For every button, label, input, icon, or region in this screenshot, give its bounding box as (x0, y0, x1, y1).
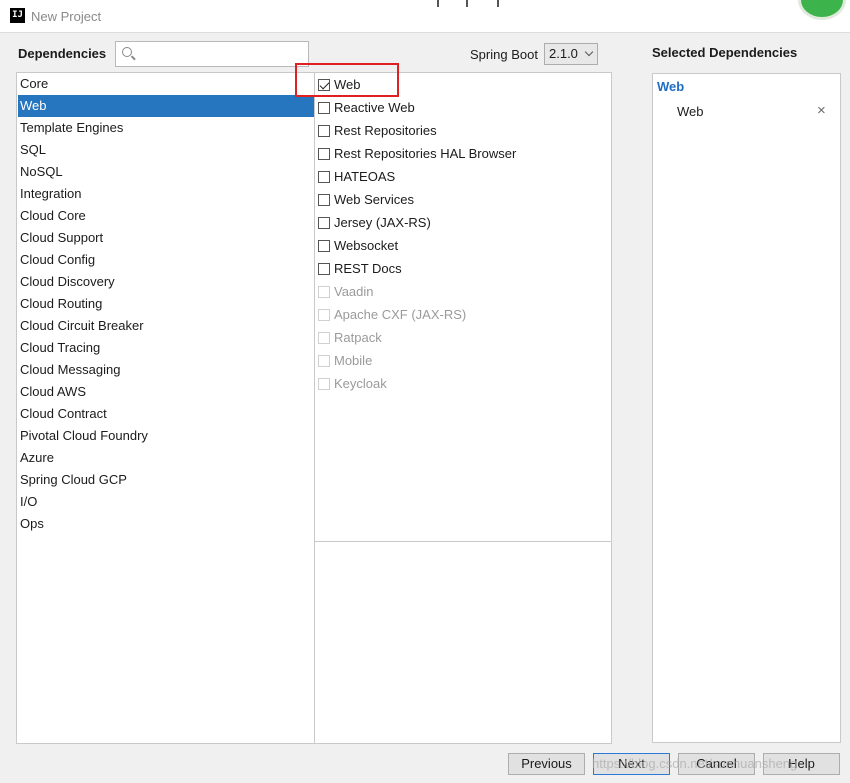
dependency-item: Keycloak (317, 373, 607, 395)
title-bar: IJ New Project (0, 0, 850, 33)
search-input[interactable] (115, 41, 309, 67)
category-item[interactable]: Spring Cloud GCP (18, 469, 314, 491)
checkbox (318, 355, 330, 367)
checkbox[interactable] (318, 263, 330, 275)
close-icon[interactable]: × (817, 102, 826, 119)
titlebar-artifact (466, 0, 468, 7)
dependency-item: Apache CXF (JAX-RS) (317, 304, 607, 326)
checkbox[interactable] (318, 102, 330, 114)
titlebar-artifact (437, 0, 439, 7)
annotation-highlight-box (295, 63, 399, 97)
dependency-label: Websocket (334, 238, 399, 253)
dependency-label: Rest Repositories (334, 123, 437, 138)
help-button[interactable]: Help (763, 753, 840, 775)
category-item[interactable]: Cloud Support (18, 227, 314, 249)
selected-group-title: Web (657, 79, 685, 94)
dependency-item[interactable]: Web Services (317, 189, 607, 211)
spring-boot-label: Spring Boot (470, 47, 538, 62)
dependency-description-panel (314, 541, 612, 744)
category-list: Core Web Template Engines SQL NoSQL Integrati… (16, 72, 315, 744)
category-item[interactable]: NoSQL (18, 161, 314, 183)
search-icon (122, 47, 132, 57)
category-item[interactable]: Cloud AWS (18, 381, 314, 403)
dependency-item[interactable]: Rest Repositories HAL Browser (317, 143, 607, 165)
category-item[interactable]: Cloud Core (18, 205, 314, 227)
category-item[interactable]: Azure (18, 447, 314, 469)
previous-button[interactable]: Previous (508, 753, 585, 775)
checkbox[interactable] (318, 194, 330, 206)
category-item[interactable]: Cloud Config (18, 249, 314, 271)
category-item[interactable]: Cloud Circuit Breaker (18, 315, 314, 337)
category-item[interactable]: Cloud Discovery (18, 271, 314, 293)
category-item[interactable]: Cloud Tracing (18, 337, 314, 359)
window-title: New Project (31, 9, 102, 24)
dependencies-label: Dependencies (18, 46, 107, 61)
checkbox[interactable] (318, 240, 330, 252)
dependency-list: Web Reactive Web Rest Repositories Rest Rep… (314, 72, 612, 542)
category-item[interactable]: Integration (18, 183, 314, 205)
dependency-label: Rest Repositories HAL Browser (334, 146, 517, 161)
dependency-label: Vaadin (334, 284, 374, 299)
dependency-label: Jersey (JAX-RS) (334, 215, 431, 230)
category-item[interactable]: SQL (18, 139, 314, 161)
category-item[interactable]: Cloud Routing (18, 293, 314, 315)
checkbox (318, 378, 330, 390)
category-item[interactable]: Core (18, 73, 314, 95)
dependency-label: Reactive Web (334, 100, 415, 115)
checkbox[interactable] (318, 217, 330, 229)
category-item[interactable]: Template Engines (18, 117, 314, 139)
dependency-item[interactable]: HATEOAS (317, 166, 607, 188)
window-control-green[interactable] (798, 0, 846, 20)
category-item[interactable]: Web (18, 95, 314, 117)
dependency-item: Vaadin (317, 281, 607, 303)
spring-boot-version-value: 2.1.0 (549, 46, 578, 61)
selected-dependencies-label: Selected Dependencies (652, 45, 798, 60)
dependency-label: Keycloak (334, 376, 387, 391)
category-item[interactable]: Cloud Messaging (18, 359, 314, 381)
checkbox (318, 286, 330, 298)
category-item[interactable]: Pivotal Cloud Foundry (18, 425, 314, 447)
dependency-item[interactable]: Jersey (JAX-RS) (317, 212, 607, 234)
dependency-label: REST Docs (334, 261, 402, 276)
cancel-button[interactable]: Cancel (678, 753, 755, 775)
checkbox[interactable] (318, 171, 330, 183)
checkbox[interactable] (318, 148, 330, 160)
checkbox (318, 332, 330, 344)
checkbox (318, 309, 330, 321)
selected-dependencies-panel: Web Web × (652, 73, 841, 743)
dependency-item[interactable]: Rest Repositories (317, 120, 607, 142)
category-item[interactable]: Ops (18, 513, 314, 535)
intellij-logo-icon: IJ (10, 8, 25, 23)
dependency-label: Apache CXF (JAX-RS) (334, 307, 467, 322)
category-item[interactable]: I/O (18, 491, 314, 513)
spring-boot-version-select[interactable]: 2.1.0 (544, 43, 598, 65)
dependency-item[interactable]: REST Docs (317, 258, 607, 280)
checkbox[interactable] (318, 125, 330, 137)
chevron-down-icon (584, 47, 594, 57)
category-item[interactable]: Cloud Contract (18, 403, 314, 425)
dependency-label: Web Services (334, 192, 414, 207)
titlebar-artifact (497, 0, 499, 7)
dependency-item[interactable]: Reactive Web (317, 97, 607, 119)
selected-dependency-item: Web (677, 104, 704, 119)
dependency-label: HATEOAS (334, 169, 396, 184)
dependency-item: Ratpack (317, 327, 607, 349)
dependency-item: Mobile (317, 350, 607, 372)
dependency-label: Ratpack (334, 330, 382, 345)
dependency-item[interactable]: Websocket (317, 235, 607, 257)
dependency-label: Mobile (334, 353, 373, 368)
next-button[interactable]: Next (593, 753, 670, 775)
